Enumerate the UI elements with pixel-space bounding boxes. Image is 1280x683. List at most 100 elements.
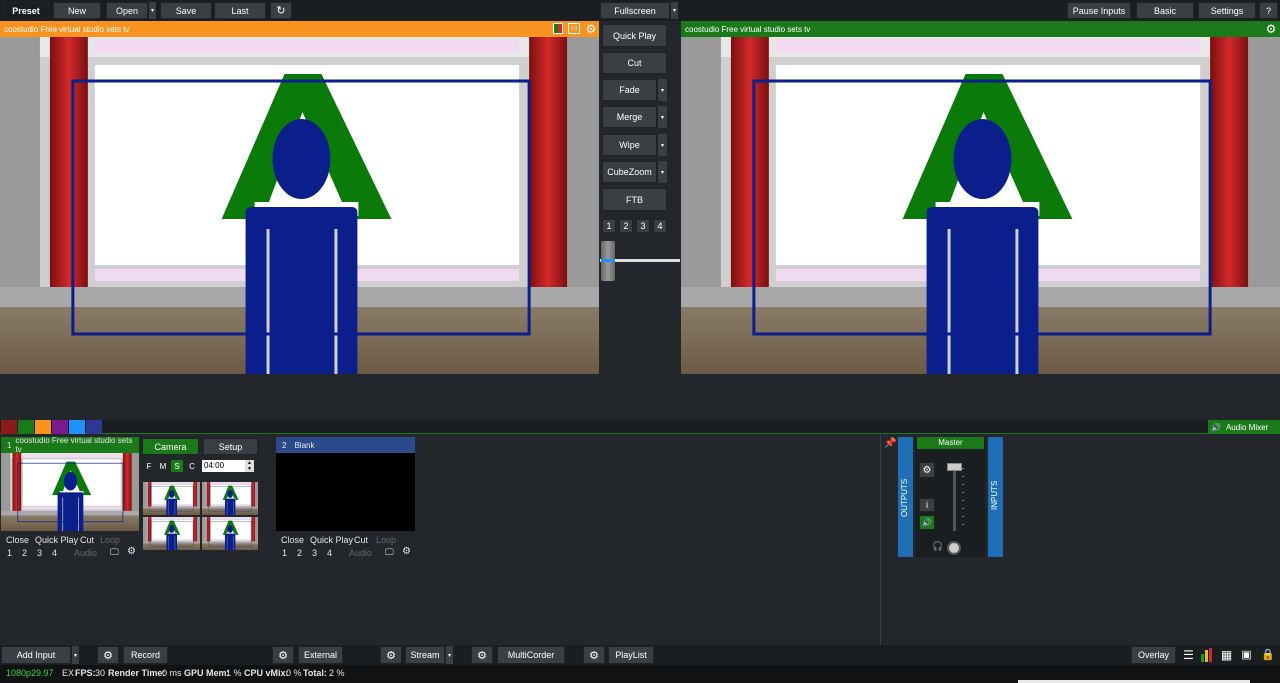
help-button[interactable]: ?	[1259, 2, 1278, 19]
transition-4-button[interactable]: 4	[653, 219, 667, 233]
playlist-button[interactable]: PlayList	[608, 646, 654, 664]
camera-thumb-1[interactable]	[143, 482, 200, 515]
transition-3-button[interactable]: 3	[636, 219, 650, 233]
preview-video[interactable]	[0, 37, 599, 374]
wipe-dropdown-caret[interactable]: ▾	[657, 134, 667, 156]
ftb-button[interactable]: FTB	[602, 188, 667, 211]
mode-c-button[interactable]: C	[186, 460, 198, 472]
input-1-overlay-2[interactable]: 2	[22, 548, 27, 558]
input-1-cut-button[interactable]: Cut	[80, 535, 94, 545]
color-swatch-5[interactable]	[69, 420, 85, 434]
transition-2-button[interactable]: 2	[619, 219, 633, 233]
add-input-dropdown-caret[interactable]: ▾	[71, 646, 79, 664]
input-2-overlay-1[interactable]: 1	[282, 548, 287, 558]
fade-dropdown-caret[interactable]: ▾	[657, 79, 667, 101]
camera-thumb-4[interactable]	[202, 517, 258, 550]
overlay-button[interactable]: Overlay	[1131, 646, 1176, 664]
refresh-icon[interactable]: ↻	[270, 2, 292, 19]
input-1-monitor-icon[interactable]: 🖵	[110, 547, 119, 558]
inputs-tab[interactable]: INPUTS	[988, 437, 1003, 557]
basic-button[interactable]: Basic	[1136, 2, 1194, 19]
input-2-overlay-3[interactable]: 3	[312, 548, 317, 558]
stream-dropdown-caret[interactable]: ▾	[445, 646, 453, 664]
color-swatch-4[interactable]	[52, 420, 68, 434]
master-gear-icon[interactable]: ⚙	[919, 462, 935, 478]
input-2-overlay-4[interactable]: 4	[327, 548, 332, 558]
input-1-title-bar[interactable]: 1 coostudio Free virtual studio sets tv	[1, 436, 139, 454]
multicorder-button[interactable]: MultiCorder	[497, 646, 565, 664]
record-button[interactable]: Record	[123, 646, 168, 664]
merge-dropdown-caret[interactable]: ▾	[657, 106, 667, 128]
master-speaker-icon[interactable]: 🔊	[919, 515, 935, 530]
input-1-gear-icon[interactable]: ⚙	[127, 546, 136, 557]
lock-icon[interactable]: 🔒	[1261, 648, 1275, 662]
time-input[interactable]: 04:00	[202, 460, 245, 472]
preview-gear-icon[interactable]: ⚙	[584, 21, 598, 37]
camera-button[interactable]: Camera	[142, 438, 199, 455]
input-1-overlay-4[interactable]: 4	[52, 548, 57, 558]
setup-button[interactable]: Setup	[203, 438, 258, 455]
input-1-close-button[interactable]: Close	[6, 535, 29, 545]
time-stepper[interactable]: ▲ ▼	[245, 460, 254, 472]
color-swatch-2[interactable]	[18, 420, 34, 434]
color-swatch-1[interactable]	[1, 420, 17, 434]
input-1-loop-button[interactable]: Loop	[100, 535, 120, 545]
input-2-overlay-2[interactable]: 2	[297, 548, 302, 558]
pause-inputs-button[interactable]: Pause Inputs	[1067, 2, 1131, 19]
status-format[interactable]: 1080p29.97	[6, 668, 54, 678]
input-2-close-button[interactable]: Close	[281, 535, 304, 545]
color-tag-icon[interactable]	[553, 23, 563, 34]
output-gear-icon[interactable]: ⚙	[1264, 21, 1278, 37]
stream-button[interactable]: Stream	[405, 646, 445, 664]
external-gear-icon[interactable]: ⚙	[272, 646, 294, 664]
mode-s-button[interactable]: S	[171, 460, 183, 472]
audio-meter-icon[interactable]	[1201, 648, 1214, 662]
outputs-tab[interactable]: OUTPUTS	[898, 437, 913, 557]
input-1-overlay-3[interactable]: 3	[37, 548, 42, 558]
settings-button[interactable]: Settings	[1198, 2, 1256, 19]
headphones-icon[interactable]: 🎧	[932, 541, 943, 552]
mode-m-button[interactable]: M	[157, 460, 169, 472]
record-gear-icon[interactable]: ⚙	[97, 646, 119, 664]
preset-button[interactable]: Preset	[3, 2, 49, 19]
master-fader-handle[interactable]	[947, 463, 962, 471]
fullscreen-dropdown-caret[interactable]: ▾	[670, 2, 678, 19]
fullscreen-view-icon[interactable]: ▣	[1240, 648, 1253, 662]
input-2-quick-play-button[interactable]: Quick Play	[310, 535, 353, 545]
input-2-thumbnail[interactable]	[276, 453, 415, 531]
input-2-audio-button[interactable]: Audio	[349, 548, 372, 558]
master-pan-knob[interactable]	[947, 541, 961, 555]
new-button[interactable]: New	[53, 2, 101, 19]
color-swatch-3[interactable]	[35, 420, 51, 434]
pin-icon[interactable]: 📌	[884, 438, 896, 449]
open-button[interactable]: Open	[106, 2, 148, 19]
input-1-thumbnail[interactable]	[1, 453, 139, 531]
stream-gear-icon[interactable]: ⚙	[380, 646, 402, 664]
camera-thumb-2[interactable]	[202, 482, 258, 515]
add-input-button[interactable]: Add Input	[1, 646, 71, 664]
merge-button[interactable]: Merge	[602, 106, 657, 128]
quick-play-button[interactable]: Quick Play	[602, 24, 667, 47]
playlist-gear-icon[interactable]: ⚙	[583, 646, 605, 664]
input-1-overlay-1[interactable]: 1	[7, 548, 12, 558]
wipe-button[interactable]: Wipe	[602, 134, 657, 156]
audio-mixer-tab[interactable]: 🔊 Audio Mixer	[1208, 420, 1280, 434]
external-button[interactable]: External	[298, 646, 343, 664]
input-2-gear-icon[interactable]: ⚙	[402, 546, 411, 557]
snapshot-icon[interactable]: ▭	[568, 23, 580, 34]
fade-button[interactable]: Fade	[602, 79, 657, 101]
last-button[interactable]: Last	[214, 2, 266, 19]
fullscreen-button[interactable]: Fullscreen	[600, 2, 670, 19]
cut-button[interactable]: Cut	[602, 52, 667, 74]
color-swatch-6[interactable]	[86, 420, 102, 434]
input-2-cut-button[interactable]: Cut	[354, 535, 368, 545]
list-view-icon[interactable]: ☰	[1182, 648, 1195, 662]
multiview-icon[interactable]: ▦	[1220, 648, 1233, 662]
input-2-loop-button[interactable]: Loop	[376, 535, 396, 545]
transition-1-button[interactable]: 1	[602, 219, 616, 233]
multicorder-gear-icon[interactable]: ⚙	[471, 646, 493, 664]
input-2-monitor-icon[interactable]: 🖵	[385, 547, 394, 558]
input-1-audio-button[interactable]: Audio	[74, 548, 97, 558]
save-button[interactable]: Save	[160, 2, 212, 19]
master-info-button[interactable]: i	[919, 498, 935, 512]
